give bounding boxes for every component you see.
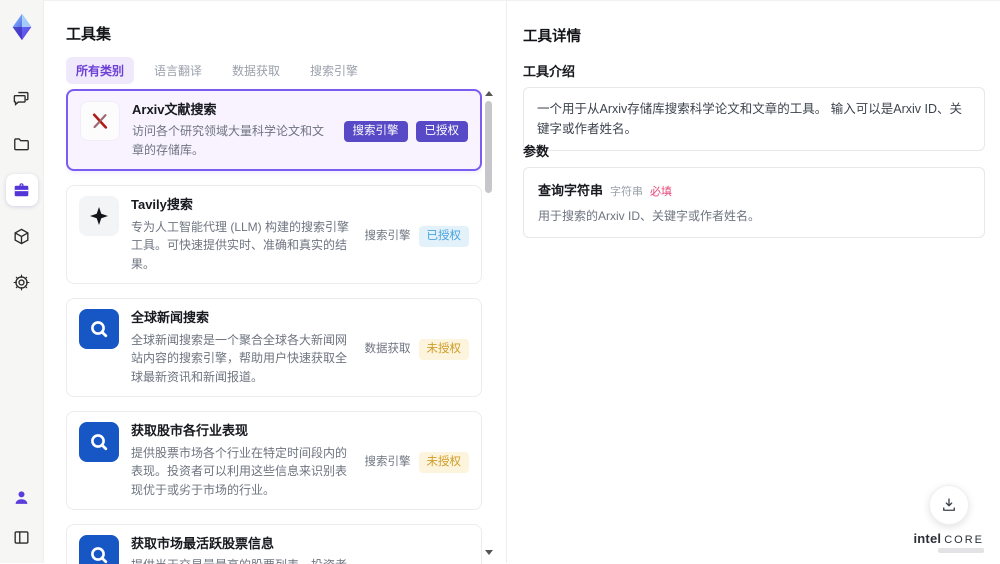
folder-icon (12, 135, 31, 154)
panel-layout-icon (12, 528, 31, 547)
tool-detail-panel: 工具详情 工具介绍 一个用于从Arxiv存储库搜索科学论文和文章的工具。 输入可… (506, 0, 1000, 563)
category-badge: 搜索引擎 (365, 452, 411, 474)
corner-widgets: intel core (913, 485, 984, 553)
tool-card[interactable]: Tavily搜索 专为人工智能代理 (LLM) 构建的搜索引擎工具。可快速提供实… (66, 185, 482, 284)
tool-name: 全球新闻搜索 (131, 309, 353, 327)
auth-status-badge: 未授权 (419, 452, 470, 474)
app-logo[interactable] (5, 10, 39, 44)
tool-description: 全球新闻搜索是一个聚合全球各大新闻网站内容的搜索引擎，帮助用户快速获取全球最新资… (131, 331, 353, 387)
page-title: 工具集 (66, 23, 111, 44)
sidebar-bottom (6, 481, 38, 553)
sidebar-item-files[interactable] (6, 128, 38, 160)
tool-description: 访问各个研究领域大量科学论文和文章的存储库。 (132, 122, 332, 159)
arxiv-icon (80, 101, 120, 141)
tool-name: 获取市场最活跃股票信息 (131, 535, 353, 553)
param-required-flag: 必填 (650, 183, 672, 199)
list-scrollbar[interactable] (484, 89, 493, 557)
category-badge: 数据获取 (365, 339, 411, 361)
diamond-gem-logo (7, 12, 37, 42)
cube-icon (12, 227, 31, 246)
param-name: 查询字符串 (538, 180, 603, 199)
tool-intro-box: 一个用于从Arxiv存储库搜索科学论文和文章的工具。 输入可以是Arxiv ID… (523, 87, 985, 151)
sidebar-item-models[interactable] (6, 220, 38, 252)
scroll-up-arrow[interactable] (485, 91, 493, 96)
brand-core-text: core (944, 534, 984, 546)
brand-subtext-bar (938, 548, 984, 553)
tool-list: Arxiv文献搜索 访问各个研究领域大量科学论文和文章的存储库。 搜索引擎 已授… (66, 89, 482, 564)
detail-panel-title: 工具详情 (523, 25, 581, 46)
tab-data[interactable]: 数据获取 (222, 57, 290, 84)
tool-description: 专为人工智能代理 (LLM) 构建的搜索引擎工具。可快速提供实时、准确和真实的结… (131, 218, 353, 274)
chat-icon (12, 89, 31, 108)
tool-name: Tavily搜索 (131, 196, 353, 214)
param-description: 用于搜索的Arxiv ID、关键字或作者姓名。 (538, 207, 970, 225)
tool-description: 提供股票市场各个行业在特定时间段内的表现。投资者可以利用这些信息来识别表现优于或… (131, 444, 353, 500)
tool-card[interactable]: 获取市场最活跃股票信息 提供当天交易量最高的股票列表。投资者可以利用这些信息来识… (66, 524, 482, 564)
tool-card[interactable]: Arxiv文献搜索 访问各个研究领域大量科学论文和文章的存储库。 搜索引擎 已授… (66, 89, 482, 171)
brand-intel-text: intel (913, 531, 941, 546)
tab-all[interactable]: 所有类别 (66, 57, 134, 84)
tool-name: Arxiv文献搜索 (132, 101, 332, 119)
tool-list-panel: 工具集 所有类别语言翻译数据获取搜索引擎 Arxiv文献搜索 访问各个研究领域大… (44, 0, 506, 563)
category-tabs: 所有类别语言翻译数据获取搜索引擎 (66, 57, 368, 84)
tavily-icon (79, 196, 119, 236)
auth-status-badge: 未授权 (419, 339, 470, 361)
gear-icon (12, 273, 31, 292)
sidebar-item-account[interactable] (6, 481, 38, 513)
sidebar-item-collapse-panel[interactable] (6, 521, 38, 553)
download-icon (940, 496, 958, 514)
download-button[interactable] (929, 485, 969, 525)
sidebar-item-settings[interactable] (6, 266, 38, 298)
user-icon (12, 488, 31, 507)
params-heading: 参数 (523, 141, 549, 160)
sidebar-nav (6, 82, 38, 298)
briefcase-icon (12, 181, 31, 200)
news-search-icon (79, 535, 119, 564)
category-badge: 搜索引擎 (365, 226, 411, 248)
intro-heading: 工具介绍 (523, 61, 575, 80)
category-badge: 搜索引擎 (344, 121, 408, 143)
intel-core-logo: intel core (913, 531, 984, 546)
tab-search[interactable]: 搜索引擎 (300, 57, 368, 84)
tab-translate[interactable]: 语言翻译 (144, 57, 212, 84)
tool-name: 获取股市各行业表现 (131, 422, 353, 440)
scrollbar-thumb[interactable] (485, 101, 492, 193)
param-type: 字符串 (610, 183, 643, 199)
sidebar-item-chat[interactable] (6, 82, 38, 114)
auth-status-badge: 已授权 (419, 226, 470, 248)
news-search-icon (79, 422, 119, 462)
sidebar-rail (0, 0, 44, 563)
auth-status-badge: 已授权 (416, 121, 469, 143)
parameter-box: 查询字符串 字符串 必填 用于搜索的Arxiv ID、关键字或作者姓名。 (523, 167, 985, 238)
tool-card[interactable]: 获取股市各行业表现 提供股票市场各个行业在特定时间段内的表现。投资者可以利用这些… (66, 411, 482, 510)
sidebar-item-tools[interactable] (6, 174, 38, 206)
news-search-icon (79, 309, 119, 349)
tool-card[interactable]: 全球新闻搜索 全球新闻搜索是一个聚合全球各大新闻网站内容的搜索引擎，帮助用户快速… (66, 298, 482, 397)
scroll-down-arrow[interactable] (485, 550, 493, 555)
